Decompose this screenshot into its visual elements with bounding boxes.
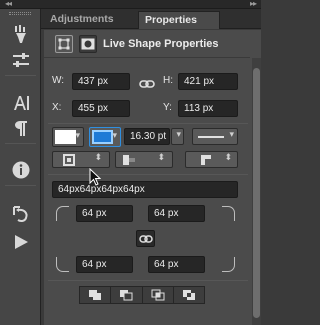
intersect-shape-areas-button[interactable] [143,287,174,303]
chevron-down-icon: ▾ [176,130,181,140]
stroke-caps-dropdown[interactable]: ⬍ [115,151,173,168]
toolbar-divider [5,185,36,186]
toolbar-grip[interactable] [9,12,31,15]
stroke-swatch [92,130,113,144]
paragraph-icon[interactable] [8,117,34,139]
collapse-left-icon[interactable]: ◂◂ [5,0,12,8]
corner-radii-field[interactable]: 64px64px64px64px [52,181,238,198]
chevron-down-icon: ⬍ [157,153,165,163]
stroke-corners-icon [201,155,211,165]
subtract-front-shape-icon [120,290,133,301]
fill-color-dropdown[interactable]: ▾ [52,127,84,147]
live-shape-transform-icon[interactable] [55,35,73,53]
stroke-align-icon [63,154,75,166]
corner-top-left-icon [56,206,69,221]
height-label: H: [163,75,173,86]
height-field[interactable]: 421 px [178,73,238,90]
chevron-down-icon: ⬍ [224,153,232,163]
intersect-shape-areas-icon [151,289,165,301]
path-operations-bar [79,286,205,304]
chevron-down-icon: ▾ [112,131,117,141]
chevron-down-icon: ⬍ [94,153,102,163]
stroke-width-dropdown[interactable]: ▾ [171,128,184,145]
section-divider [48,123,248,124]
stroke-caps-icon [123,155,135,165]
mask-icon[interactable] [79,35,97,53]
collapse-right-icon[interactable]: ▸▸ [250,0,257,8]
stroke-color-dropdown[interactable]: ▾ [89,127,121,147]
width-field[interactable]: 437 px [72,73,130,90]
stroke-type-dropdown[interactable]: ▾ [192,128,238,145]
corner-top-right-field[interactable]: 64 px [148,205,205,222]
corner-bottom-right-field[interactable]: 64 px [148,256,205,273]
panel-top-strip: ◂◂ ▸▸ [0,0,261,9]
chevron-down-icon: ▾ [75,131,80,141]
combine-shapes-button[interactable] [80,287,112,303]
exclude-overlapping-shapes-icon [182,290,195,300]
properties-panel: Live Shape Properties W: 437 px H: 421 p… [44,30,261,325]
tab-properties[interactable]: Properties [138,11,220,29]
fill-swatch [55,130,76,144]
corner-bottom-left-icon [56,257,69,272]
exclude-overlapping-shapes-button[interactable] [174,287,204,303]
link-corner-radii-button[interactable] [136,230,155,247]
subtract-front-shape-button[interactable] [111,287,143,303]
brush-preset-icon[interactable] [8,23,34,45]
stroke-width-field[interactable]: 16.30 pt [124,128,170,145]
link-dimensions-icon[interactable] [139,75,155,94]
x-position-field[interactable]: 455 px [72,100,130,117]
panel-scrollbar[interactable] [252,58,261,325]
corner-bottom-right-icon [222,257,235,272]
toolbar-divider [5,75,36,76]
info-icon[interactable] [8,159,34,181]
actions-play-icon[interactable] [8,231,34,253]
link-icon [138,234,153,243]
history-icon[interactable] [8,203,34,225]
section-divider [48,280,248,281]
chevron-down-icon: ▾ [229,130,234,140]
y-position-field[interactable]: 113 px [178,100,238,117]
section-divider [48,174,248,175]
mouse-cursor-icon [89,168,101,186]
stroke-corners-dropdown[interactable]: ⬍ [185,151,238,168]
panel-icon-toolbar [0,9,41,325]
character-icon[interactable] [8,92,34,114]
width-label: W: [52,75,65,86]
corner-bottom-left-field[interactable]: 64 px [76,256,133,273]
tab-adjustments[interactable]: Adjustments [44,11,138,29]
x-label: X: [52,102,62,113]
stroke-align-dropdown[interactable]: ⬍ [52,151,110,168]
y-label: Y: [163,102,172,113]
scrollbar-thumb[interactable] [253,68,260,318]
panel-title: Live Shape Properties [103,38,219,50]
toolbar-divider [5,143,36,144]
panel-tab-bar: Adjustments Properties [41,9,261,29]
combine-shapes-icon [89,290,102,300]
solid-line-icon [198,136,224,138]
corner-top-right-icon [222,206,235,221]
properties-header: Live Shape Properties [44,30,250,58]
corner-top-left-field[interactable]: 64 px [76,205,133,222]
adjustments-sliders-icon[interactable] [8,49,34,71]
